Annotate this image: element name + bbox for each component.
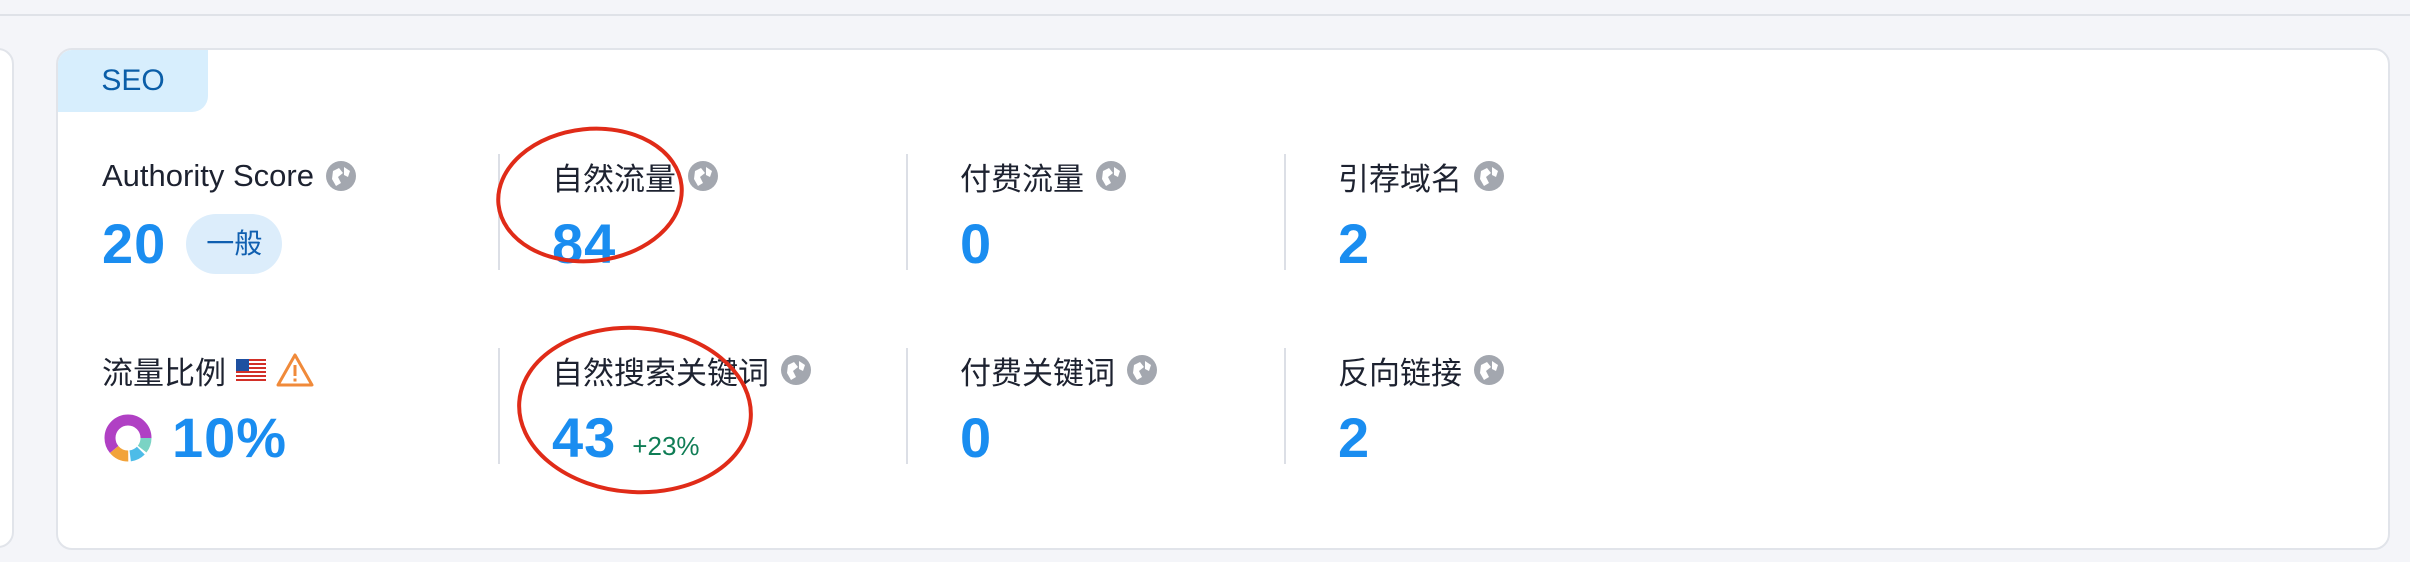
- metric-traffic-share[interactable]: 流量比例 10%: [102, 348, 314, 470]
- globe-question-icon[interactable]: [1472, 159, 1506, 193]
- metric-referring-domains[interactable]: 引荐域名 2: [1338, 154, 1506, 276]
- top-divider: [0, 0, 2410, 16]
- column-divider: [498, 154, 500, 270]
- globe-question-icon[interactable]: [324, 159, 358, 193]
- metric-paid-traffic[interactable]: 付费流量 0: [960, 154, 1128, 276]
- metric-value: 0: [960, 406, 993, 469]
- column-divider: [906, 154, 908, 270]
- metric-label: 付费流量: [960, 161, 1084, 197]
- globe-question-icon[interactable]: [779, 353, 813, 387]
- column-divider: [498, 348, 500, 464]
- left-card-edge: [0, 48, 14, 548]
- globe-question-icon[interactable]: [1472, 353, 1506, 387]
- column-divider: [1284, 154, 1286, 270]
- metric-value: 20: [102, 212, 167, 275]
- metric-value: 43: [552, 406, 617, 469]
- traffic-share-donut-icon: [104, 414, 152, 462]
- globe-question-icon[interactable]: [1125, 353, 1159, 387]
- metric-value: 2: [1338, 212, 1371, 275]
- metric-label: 自然搜索关键词: [552, 355, 769, 391]
- metric-backlinks[interactable]: 反向链接 2: [1338, 348, 1506, 470]
- metric-paid-keywords[interactable]: 付费关键词 0: [960, 348, 1159, 470]
- metric-authority-score[interactable]: Authority Score 20 一般: [102, 154, 358, 276]
- metric-value: 2: [1338, 406, 1371, 469]
- warning-triangle-icon[interactable]: [276, 352, 314, 388]
- us-flag-icon: [236, 359, 266, 381]
- seo-tab-label: SEO: [58, 50, 208, 112]
- metric-organic-traffic[interactable]: 自然流量 84: [552, 154, 720, 276]
- metric-label: 反向链接: [1338, 355, 1462, 391]
- globe-question-icon[interactable]: [686, 159, 720, 193]
- metric-label: 流量比例: [102, 355, 226, 391]
- metric-organic-keywords[interactable]: 自然搜索关键词 43 +23%: [552, 348, 813, 470]
- authority-level-badge: 一般: [186, 214, 283, 274]
- metric-label: Authority Score: [102, 158, 314, 193]
- column-divider: [1284, 348, 1286, 464]
- metric-label: 付费关键词: [960, 355, 1115, 391]
- metric-label: 自然流量: [552, 161, 676, 197]
- globe-question-icon[interactable]: [1094, 159, 1128, 193]
- metric-label: 引荐域名: [1338, 161, 1462, 197]
- metric-value: 0: [960, 212, 993, 275]
- metric-value: 10%: [172, 406, 288, 469]
- metric-value: 84: [552, 212, 617, 275]
- column-divider: [906, 348, 908, 464]
- seo-card: SEO Authority Score 20 一般 自然流量 84 付费流量 0: [56, 48, 2390, 550]
- metric-delta: +23%: [632, 430, 700, 461]
